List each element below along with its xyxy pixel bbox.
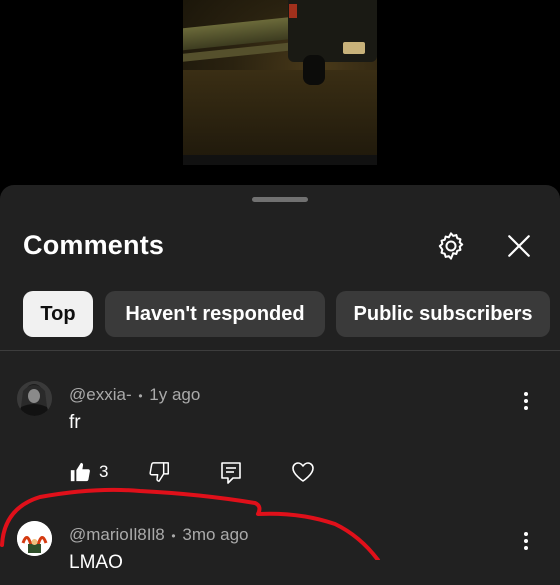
avatar[interactable] <box>17 381 52 416</box>
comment-author[interactable]: @exxia- <box>69 385 132 404</box>
more-options-button[interactable] <box>516 529 536 553</box>
gear-icon <box>438 232 464 260</box>
divider <box>0 350 560 351</box>
video-frame <box>183 0 377 165</box>
comments-sheet: Comments Top Haven't responded Public su… <box>0 185 560 585</box>
reply-icon <box>221 462 241 484</box>
more-vert-icon <box>524 532 528 550</box>
comment-time: 3mo ago <box>182 525 249 544</box>
close-icon <box>508 235 530 257</box>
more-options-button[interactable] <box>516 389 536 413</box>
heart-button[interactable] <box>291 461 315 483</box>
like-count: 3 <box>99 462 109 481</box>
comment-time: 1y ago <box>149 385 201 404</box>
chip-public-subscribers[interactable]: Public subscribers <box>336 291 550 337</box>
thumbs-down-icon <box>149 462 169 482</box>
settings-button[interactable] <box>433 228 469 264</box>
like-button[interactable]: 3 <box>69 461 108 483</box>
truck-wheel <box>303 55 325 85</box>
license-plate <box>343 42 365 54</box>
reply-button[interactable] <box>220 461 242 485</box>
more-vert-icon <box>524 392 528 410</box>
comment-text: fr <box>69 412 81 433</box>
meta-separator: • <box>138 389 143 403</box>
heart-icon <box>292 462 314 482</box>
video-player[interactable] <box>0 0 560 190</box>
avatar[interactable] <box>17 521 52 556</box>
filter-chips: Top Haven't responded Public subscribers <box>23 291 560 337</box>
close-button[interactable] <box>501 228 537 264</box>
thumbs-up-icon <box>70 462 90 482</box>
drag-handle[interactable] <box>252 197 308 202</box>
meta-separator: • <box>171 529 176 543</box>
chip-top[interactable]: Top <box>23 291 93 337</box>
sheet-title: Comments <box>23 230 165 260</box>
avatar-image <box>17 381 52 416</box>
avatar-image <box>17 521 52 556</box>
chip-havent-responded[interactable]: Haven't responded <box>105 291 325 337</box>
comment-text: LMAO <box>69 552 123 573</box>
dislike-button[interactable] <box>149 461 171 483</box>
comment-author[interactable]: @marioIl8Il8 <box>69 525 165 544</box>
